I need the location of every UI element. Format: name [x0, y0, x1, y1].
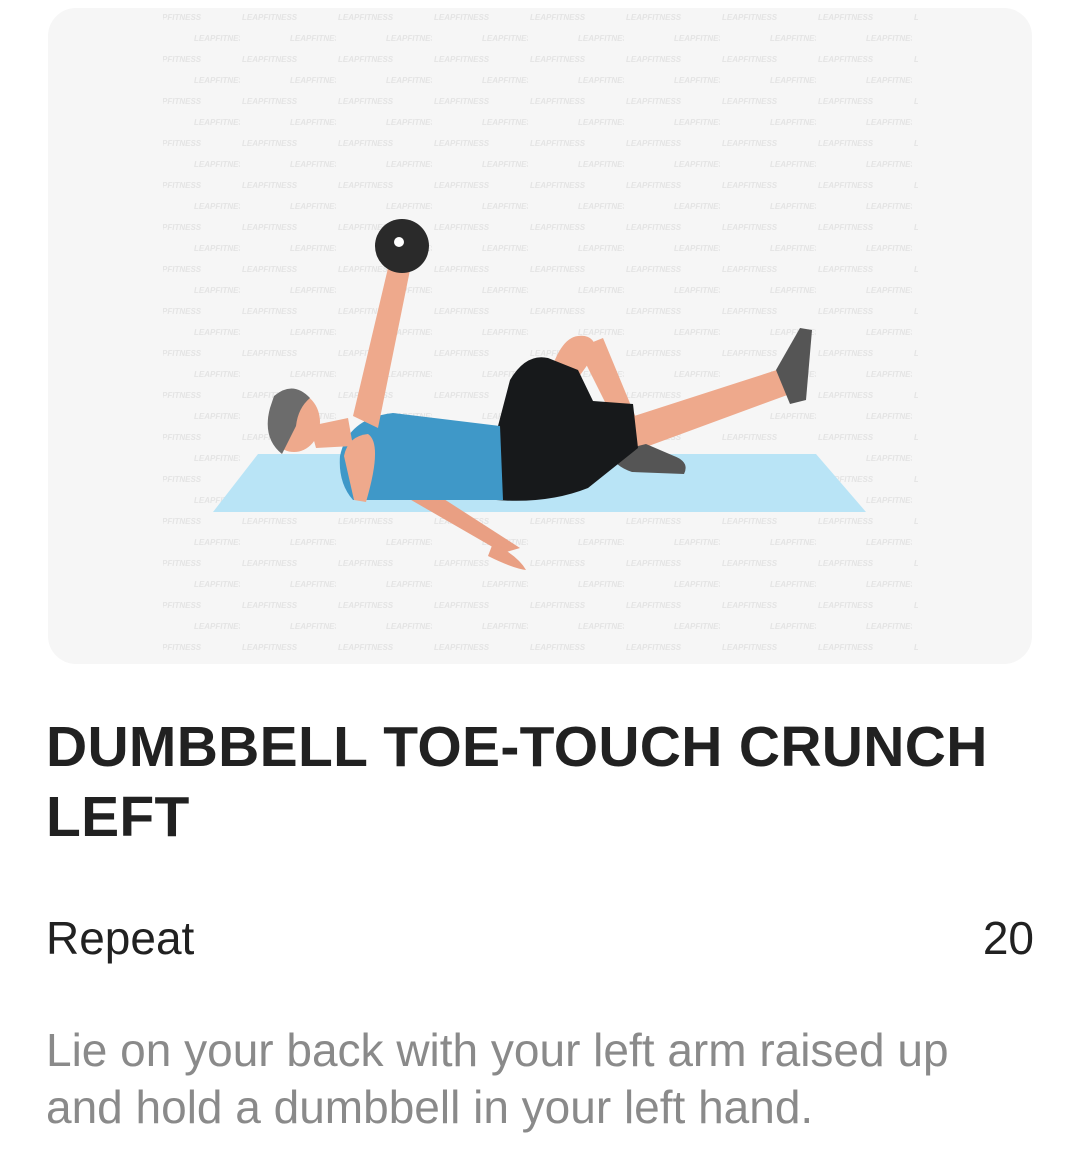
exercise-title: DUMBBELL TOE-TOUCH CRUNCH LEFT	[46, 715, 988, 849]
repeat-label: Repeat	[46, 912, 195, 964]
exercise-illustration: LEAPFITNESS LEAPFITNESS	[163, 8, 918, 664]
exercise-description: Lie on your back with your left arm rais…	[46, 1024, 949, 1133]
dumbbell	[375, 219, 429, 273]
repeat-row: Repeat 20	[46, 908, 1034, 968]
exercise-image-card: LEAPFITNESS LEAPFITNESS	[48, 8, 1032, 664]
repeat-count: 20	[982, 912, 1034, 964]
